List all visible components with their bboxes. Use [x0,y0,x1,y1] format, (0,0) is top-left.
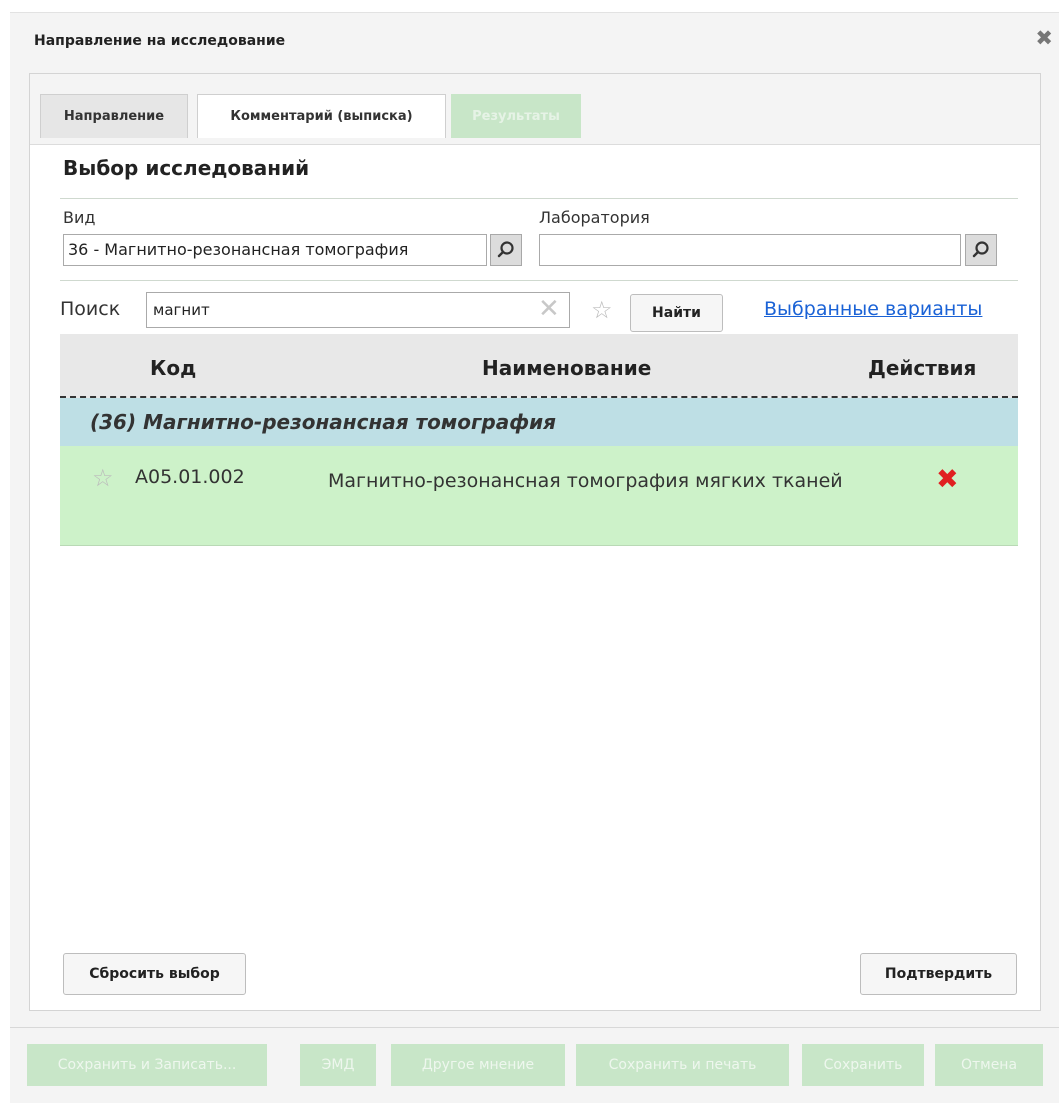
tab-bar: Направление Комментарий (выписка) Резуль… [30,74,1040,145]
star-icon[interactable]: ☆ [92,464,114,492]
search-icon [972,241,989,258]
section-title: Выбор исследований [63,156,310,180]
tab-comment[interactable]: Комментарий (выписка) [197,94,446,138]
close-icon[interactable]: ✖ [1035,26,1053,50]
dialog-title: Направление на исследование [34,33,286,49]
emd-button: ЭМД [300,1044,376,1086]
other-opinion-button: Другое мнение [391,1044,565,1086]
table-header: Код Наименование Действия [60,334,1018,398]
footer-divider [10,1027,1059,1028]
group-row[interactable]: (36) Магнитно-резонансная томография [60,398,1018,446]
column-header-code: Код [150,356,197,380]
clear-icon[interactable]: ✕ [538,294,560,324]
tab-results: Результаты [451,94,581,138]
remove-icon[interactable]: ✖ [936,464,959,495]
dialog-content-panel: Направление Комментарий (выписка) Резуль… [29,73,1041,1011]
dialog-window: Направление на исследование ✖ Направлени… [10,12,1059,1103]
vid-label: Вид [63,208,96,227]
find-button[interactable]: Найти [630,294,723,332]
tab-napravlenie[interactable]: Направление [40,94,188,138]
cancel-button: Отмена [935,1044,1043,1086]
table-row[interactable]: ☆ A05.01.002 Магнитно-резонансная томогр… [60,446,1018,546]
lab-lookup-button[interactable] [965,234,997,266]
divider [60,198,1018,199]
vid-lookup-button[interactable] [490,234,522,266]
save-and-print-button: Сохранить и печать [576,1044,789,1086]
row-code: A05.01.002 [135,466,245,488]
star-icon[interactable]: ☆ [591,296,613,324]
favorites-link[interactable]: Выбранные варианты [764,298,982,320]
search-label: Поиск [60,298,121,320]
dialog-titlebar: Направление на исследование ✖ [10,13,1059,71]
confirm-button[interactable]: Подтвердить [860,953,1017,995]
divider [60,280,1018,281]
group-label: (36) Магнитно-резонансная томография [90,410,556,434]
lab-field[interactable] [539,234,961,266]
search-input[interactable]: магнит [146,292,570,328]
row-name: Магнитно-резонансная томография мягких т… [328,470,843,492]
save-button: Сохранить [802,1044,924,1086]
column-header-name: Наименование [482,356,652,380]
vid-field[interactable]: 36 - Магнитно-резонансная томография [63,234,487,266]
search-icon [497,241,514,258]
save-and-book-button: Сохранить и Записать... [27,1044,267,1086]
column-header-actions: Действия [868,356,977,380]
reset-selection-button[interactable]: Сбросить выбор [63,953,246,995]
lab-label: Лаборатория [539,208,650,227]
